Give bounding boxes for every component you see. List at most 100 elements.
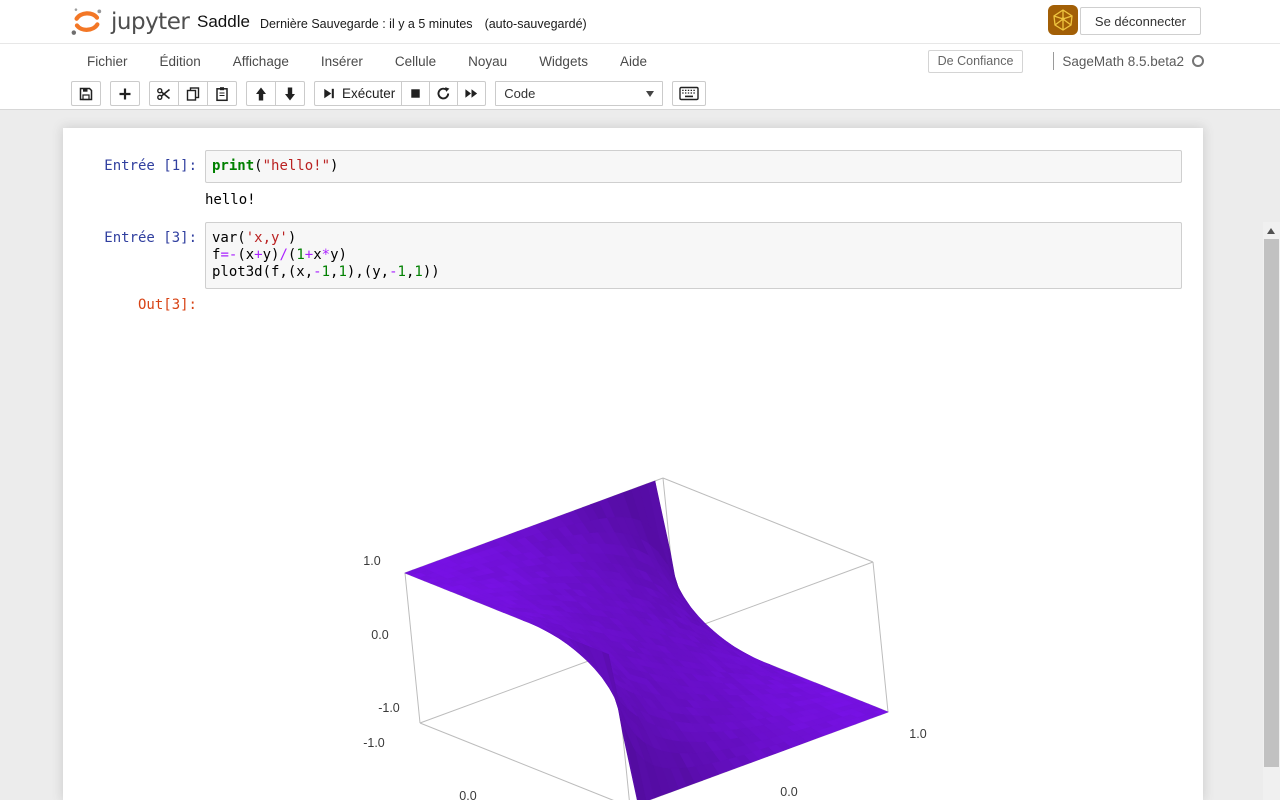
sagemath-logo[interactable] xyxy=(1048,5,1078,35)
menubar-right: De Confiance SageMath 8.5.beta2 xyxy=(927,44,1204,78)
jupyter-notebook-app: jupyter Saddle Dernière Sauvegarde : il … xyxy=(0,0,1280,800)
checkpoint-status: Dernière Sauvegarde : il y a 5 minutes xyxy=(259,16,473,31)
code-line: print("hello!") xyxy=(212,158,1175,175)
chevron-down-icon xyxy=(646,91,655,97)
plus-icon xyxy=(119,88,131,99)
scrollbar-thumb[interactable] xyxy=(1264,239,1279,767)
menu-list: Fichier Édition Affichage Insérer Cellul… xyxy=(71,44,663,78)
insert-cell-button[interactable] xyxy=(110,81,140,106)
input-prompt-2: Entrée [3]: xyxy=(104,230,197,246)
code-token: * xyxy=(321,247,331,263)
cell-type-select[interactable]: Code xyxy=(495,81,664,106)
code-token: + xyxy=(304,247,314,263)
trusted-button[interactable]: De Confiance xyxy=(927,49,1024,73)
code-token: ( xyxy=(254,158,263,174)
jupyter-logo-text: jupyter xyxy=(111,9,190,35)
code-line: f=-(x+y)/(1+x*y) xyxy=(212,247,1175,264)
menu-fichier[interactable]: Fichier xyxy=(71,46,144,77)
code-token: - xyxy=(389,264,398,280)
menu-noyau[interactable]: Noyau xyxy=(452,46,523,77)
save-icon xyxy=(79,87,93,100)
axis-tick-label: 0.0 xyxy=(371,628,388,642)
code-token: 1 xyxy=(414,264,423,280)
kernel-name: SageMath 8.5.beta2 xyxy=(1062,53,1184,69)
header-bar: jupyter Saddle Dernière Sauvegarde : il … xyxy=(0,0,1280,44)
code-token: 'x,y' xyxy=(245,230,288,246)
menu-cellule[interactable]: Cellule xyxy=(379,46,452,77)
menu-inserer[interactable]: Insérer xyxy=(305,46,379,77)
fast-forward-icon xyxy=(465,89,478,98)
scroll-up-arrow[interactable] xyxy=(1267,228,1275,234)
code-cell-1: Entrée [1]: print("hello!") xyxy=(63,150,1203,183)
code-input-1[interactable]: print("hello!") xyxy=(205,150,1182,183)
code-token: 1 xyxy=(397,264,406,280)
restart-kernel-button[interactable] xyxy=(429,81,459,106)
code-token: 1 xyxy=(338,264,347,280)
jupyter-logo[interactable]: jupyter xyxy=(70,5,190,39)
arrow-down-icon xyxy=(285,87,295,100)
code-token: y) xyxy=(330,247,347,263)
code-input-2[interactable]: var('x,y') f=-(x+y)/(1+x*y) plot3d(f,(x,… xyxy=(205,222,1182,289)
code-token: "hello!" xyxy=(262,158,331,174)
code-token: ),(y, xyxy=(346,264,390,280)
kernel-indicator-icon xyxy=(1192,55,1204,67)
run-button-label: Exécuter xyxy=(342,86,396,101)
move-cell-down-button[interactable] xyxy=(275,81,305,106)
code-cell-2: Entrée [3]: var('x,y') f=-(x+y)/(1+x*y) … xyxy=(63,222,1203,289)
save-button[interactable] xyxy=(71,81,101,106)
restart-icon xyxy=(437,87,450,100)
saddle-surface xyxy=(404,480,889,800)
step-forward-icon xyxy=(324,88,334,99)
menu-edition[interactable]: Édition xyxy=(144,46,217,77)
paste-cell-button[interactable] xyxy=(207,81,237,106)
restart-run-all-button[interactable] xyxy=(457,81,487,106)
code-token: - xyxy=(313,264,322,280)
command-palette-button[interactable] xyxy=(672,81,707,106)
run-cell-button[interactable]: Exécuter xyxy=(314,81,403,106)
output-prompt-2: Out[3]: xyxy=(137,297,197,313)
toolbar: Exécuter Code xyxy=(0,78,1280,110)
copy-cell-button[interactable] xyxy=(178,81,208,106)
output-area-1: hello! xyxy=(63,183,1203,208)
code-token: x xyxy=(313,247,322,263)
code-token: = xyxy=(220,247,229,263)
plot3d-output[interactable]: 1.0 0.0 -1.0 -1.0 0.0 0.0 1.0 xyxy=(205,310,1182,800)
axis-tick-label: 1.0 xyxy=(363,554,380,568)
menu-bar: Fichier Édition Affichage Insérer Cellul… xyxy=(0,44,1280,78)
jupyter-logo-icon xyxy=(71,8,102,35)
notebook-title[interactable]: Saddle xyxy=(197,12,250,32)
code-line: var('x,y') xyxy=(212,230,1175,247)
arrow-up-icon xyxy=(256,87,266,100)
menu-affichage[interactable]: Affichage xyxy=(217,46,305,77)
menu-aide[interactable]: Aide xyxy=(604,46,663,77)
move-cell-up-button[interactable] xyxy=(246,81,276,106)
axis-tick-label: -1.0 xyxy=(378,701,400,715)
sagemath-icon xyxy=(1053,9,1073,31)
code-token: plot3d(f,(x, xyxy=(212,264,314,280)
cut-cell-button[interactable] xyxy=(149,81,179,106)
scissors-icon xyxy=(157,87,171,100)
stop-icon xyxy=(411,89,420,98)
menu-widgets[interactable]: Widgets xyxy=(523,46,604,77)
axis-tick-label: 0.0 xyxy=(459,789,476,800)
logout-button[interactable]: Se déconnecter xyxy=(1079,7,1201,35)
code-token: (x xyxy=(237,247,255,263)
code-line: plot3d(f,(x,-1,1),(y,-1,1)) xyxy=(212,264,1175,281)
paste-icon xyxy=(216,86,228,101)
code-token: / xyxy=(279,247,288,263)
axis-tick-label: -1.0 xyxy=(363,736,385,750)
autosave-status: (auto-sauvegardé) xyxy=(484,16,587,31)
code-token: ) xyxy=(330,158,339,174)
cell-1-output: hello! xyxy=(205,192,256,208)
code-token: print xyxy=(212,158,255,174)
code-token: + xyxy=(254,247,263,263)
code-token: ) xyxy=(287,230,297,246)
interrupt-kernel-button[interactable] xyxy=(401,81,431,106)
code-token: 1 xyxy=(321,264,331,280)
code-token: y) xyxy=(262,247,280,263)
keyboard-icon xyxy=(679,86,699,101)
code-token: 1 xyxy=(296,247,305,263)
copy-icon xyxy=(186,86,200,101)
axis-tick-label: 1.0 xyxy=(909,727,926,741)
scrollbar[interactable] xyxy=(1263,222,1280,800)
